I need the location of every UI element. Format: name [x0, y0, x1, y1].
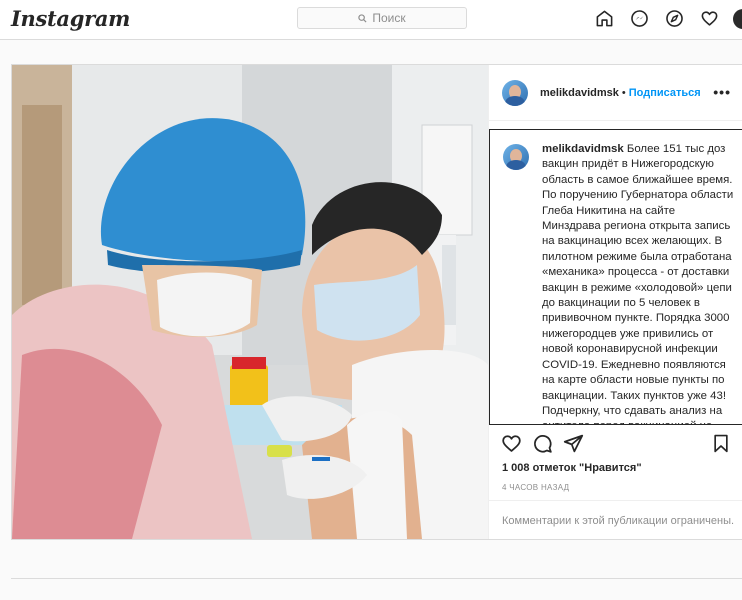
- search-icon: [358, 13, 367, 23]
- caption-body: Более 151 тыс доз вакцин придёт в Нижего…: [542, 143, 734, 424]
- post-card: melikdavidmsk • Подписаться ••• melikdav…: [11, 64, 742, 540]
- top-navigation-bar: Instagram Поиск: [0, 0, 742, 40]
- post-timestamp[interactable]: 4 ЧАСОВ НАЗАД: [502, 483, 569, 492]
- caption-area: melikdavidmsk Более 151 тыс доз вакцин п…: [489, 129, 742, 425]
- post-sidebar: melikdavidmsk • Подписаться ••• melikdav…: [488, 65, 742, 539]
- caption-text: melikdavidmsk Более 151 тыс доз вакцин п…: [542, 142, 735, 424]
- author-username[interactable]: melikdavidmsk: [540, 87, 619, 99]
- author-avatar[interactable]: [502, 79, 528, 106]
- profile-avatar[interactable]: [733, 9, 742, 29]
- page-divider: [11, 578, 742, 579]
- separator-dot: •: [621, 86, 626, 99]
- vaccination-photo-illustration: [12, 65, 488, 539]
- search-input[interactable]: Поиск: [297, 7, 467, 29]
- follow-button[interactable]: Подписаться: [629, 87, 701, 99]
- post-header: melikdavidmsk • Подписаться •••: [489, 65, 742, 121]
- post-actions: [501, 433, 736, 457]
- caption-username[interactable]: melikdavidmsk: [542, 143, 624, 155]
- nav-icons: [594, 8, 734, 28]
- post-photo[interactable]: [12, 65, 488, 539]
- more-options-button[interactable]: •••: [713, 84, 731, 100]
- like-heart-icon[interactable]: [501, 433, 522, 459]
- instagram-logo[interactable]: Instagram: [11, 6, 130, 31]
- home-icon[interactable]: [594, 8, 614, 28]
- activity-heart-icon[interactable]: [699, 8, 719, 28]
- messenger-icon[interactable]: [629, 8, 649, 28]
- comments-disabled-notice: Комментарии к этой публикации ограничены…: [489, 500, 742, 527]
- search-placeholder: Поиск: [372, 11, 406, 25]
- share-icon[interactable]: [563, 433, 584, 459]
- bookmark-icon[interactable]: [711, 433, 731, 459]
- caption-author-avatar[interactable]: [503, 144, 529, 170]
- likes-count[interactable]: 1 008 отметок "Нравится": [502, 462, 642, 474]
- comment-icon[interactable]: [532, 433, 553, 459]
- explore-icon[interactable]: [664, 8, 684, 28]
